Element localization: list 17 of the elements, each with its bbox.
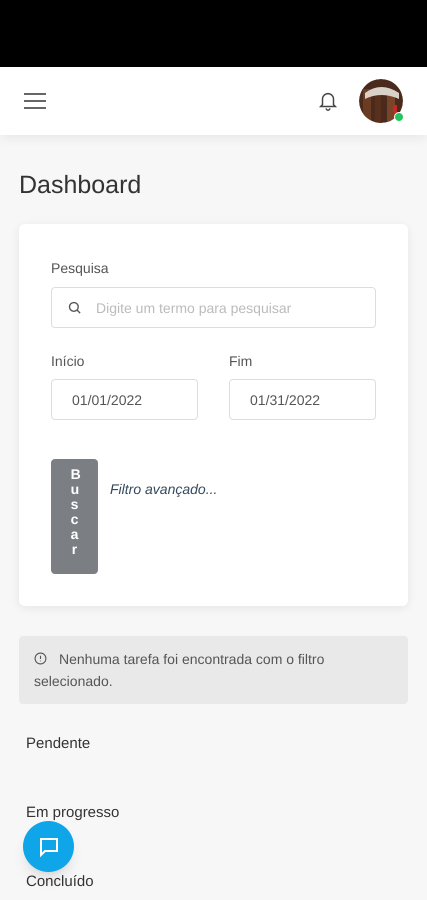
- menu-icon[interactable]: [24, 93, 46, 109]
- alert-message: Nenhuma tarefa foi encontrada com o filtro selecionado.: [34, 650, 326, 691]
- field-label: Fim: [229, 352, 254, 371]
- date-field[interactable]: 01/01/2022: [51, 379, 198, 420]
- section-heading: Concluído: [26, 872, 95, 891]
- search-field[interactable]: Digite um termo para pesquisar: [51, 287, 376, 328]
- info-icon: [34, 652, 47, 665]
- search-icon: [67, 300, 82, 315]
- field-label: Início: [51, 352, 86, 371]
- page-title: Dashboard: [19, 173, 142, 198]
- field-label: Pesquisa: [51, 259, 110, 278]
- date-field[interactable]: 01/31/2022: [229, 379, 376, 420]
- chat-button[interactable]: [23, 821, 74, 872]
- section-heading: Em progresso: [26, 803, 120, 822]
- search-button[interactable]: Buscar: [51, 459, 98, 574]
- advanced-filter-link[interactable]: Filtro avançado...: [110, 479, 218, 500]
- section-heading: Pendente: [26, 734, 92, 753]
